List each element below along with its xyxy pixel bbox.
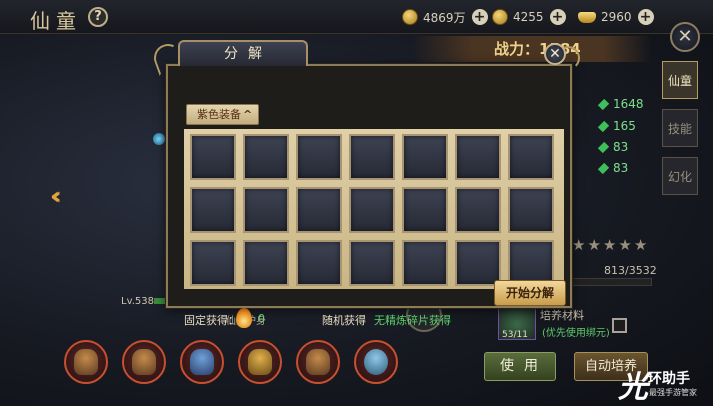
item-slot[interactable] — [402, 187, 448, 233]
exp-progress-text: 813/3532 — [604, 264, 657, 277]
quality-filter-dropdown[interactable]: 紫色装备 ^ — [186, 104, 259, 125]
fixed-reward-value: 0 — [258, 312, 265, 325]
reward-row: 固定获得： 0 随机获得 无精炼碎片获得 — [178, 304, 574, 332]
star-icon: ★ — [602, 236, 617, 254]
stat-value: 1648 — [613, 97, 644, 111]
logo-mark: 光 — [618, 370, 648, 405]
pet-list — [64, 340, 398, 384]
item-slot[interactable] — [243, 240, 289, 286]
green-diamond-icon — [597, 120, 610, 132]
star-rating: ★ ★ ★ ★ ★ — [572, 236, 647, 254]
green-diamond-icon — [597, 162, 610, 174]
currency-gold: 4869万 + — [402, 8, 488, 26]
star-icon: ★ — [618, 236, 632, 254]
pet-portrait-icon — [364, 349, 388, 375]
gold-coin-icon — [402, 9, 418, 25]
item-slot[interactable] — [243, 187, 289, 233]
item-slot[interactable] — [455, 240, 501, 286]
modal-titlebar: 分解 ✕ — [150, 40, 580, 76]
add-coin-button[interactable]: + — [549, 9, 566, 25]
tab-transform[interactable]: 幻化 — [662, 157, 698, 195]
pet-portrait-icon — [306, 349, 330, 375]
pet-portrait-icon — [190, 349, 214, 375]
tab-skills[interactable]: 技能 — [662, 109, 698, 147]
item-slot[interactable] — [296, 187, 342, 233]
stat-row: 83 — [597, 140, 629, 154]
stat-value: 83 — [613, 140, 629, 154]
add-gold-button[interactable]: + — [471, 9, 488, 25]
prev-arrow-icon[interactable]: ‹‹ — [50, 182, 61, 210]
logo-subtitle: 最强手游管家 — [649, 388, 697, 397]
pet-slot[interactable] — [180, 340, 224, 384]
filter-label: 紫色装备 — [197, 108, 241, 121]
item-grid — [184, 129, 564, 289]
help-button[interactable]: ? — [88, 7, 108, 27]
currency-ingot-value: 2960 — [601, 10, 632, 24]
item-slot[interactable] — [455, 187, 501, 233]
watermark-logo: 光 环助手 最强手游管家 — [618, 360, 710, 405]
item-slot[interactable] — [349, 240, 395, 286]
main-close-button[interactable]: ✕ — [670, 22, 700, 52]
pet-portrait-icon — [132, 349, 156, 375]
page-title: 仙童 — [30, 9, 82, 33]
top-bar: 仙童 ? 4869万 + 4255 + 2960 + — [0, 0, 713, 34]
add-ingot-button[interactable]: + — [637, 9, 654, 25]
start-decompose-button[interactable]: 开始分解 — [494, 280, 566, 306]
random-reward-label: 随机获得 — [322, 314, 366, 327]
item-slot[interactable] — [243, 134, 289, 180]
stat-value: 83 — [613, 161, 629, 175]
star-icon: ★ — [587, 236, 601, 254]
modal-body: 紫色装备 ^ 固定获得： 0 随机获得 无精炼碎片获得 — [166, 64, 572, 328]
item-slot[interactable] — [349, 134, 395, 180]
pet-portrait-icon — [248, 349, 272, 375]
slot-grid — [190, 134, 564, 286]
coin-icon — [492, 9, 508, 25]
item-slot[interactable] — [190, 240, 236, 286]
item-slot[interactable] — [190, 134, 236, 180]
random-reward-value: 无精炼碎片获得 — [374, 314, 451, 327]
currency-coin-value: 4255 — [513, 10, 544, 24]
decompose-modal: 紫色装备 ^ 固定获得： 0 随机获得 无精炼碎片获得 分解 ✕ 开始分解 — [150, 40, 580, 328]
currency-coin: 4255 + — [492, 8, 566, 26]
green-diamond-icon — [597, 98, 610, 110]
modal-title: 分解 — [178, 40, 308, 66]
logo-name: 环助手 — [648, 371, 690, 387]
tab-xiantong[interactable]: 仙童 — [662, 61, 698, 99]
item-slot[interactable] — [349, 187, 395, 233]
modal-close-button[interactable]: ✕ — [544, 43, 566, 65]
green-diamond-icon — [597, 141, 610, 153]
stat-value: 165 — [613, 119, 636, 133]
pet-slot[interactable] — [354, 340, 398, 384]
item-slot[interactable] — [402, 134, 448, 180]
item-slot[interactable] — [508, 134, 554, 180]
pet-slot[interactable] — [122, 340, 166, 384]
use-button[interactable]: 使用 — [484, 352, 556, 381]
item-slot[interactable] — [190, 187, 236, 233]
prefer-bound-checkbox[interactable] — [612, 318, 627, 333]
item-slot[interactable] — [455, 134, 501, 180]
currency-gold-value: 4869万 — [423, 10, 466, 25]
stat-row: 1648 — [597, 97, 644, 111]
pet-slot[interactable] — [238, 340, 282, 384]
item-slot[interactable] — [402, 240, 448, 286]
star-icon: ★ — [633, 236, 648, 254]
flame-essence-icon — [236, 308, 252, 328]
chevron-up-icon: ^ — [243, 108, 253, 121]
stat-row: 165 — [597, 119, 636, 133]
item-slot[interactable] — [296, 240, 342, 286]
pet-slot[interactable] — [64, 340, 108, 384]
side-tabs: 仙童 技能 幻化 — [662, 55, 702, 205]
pet-portrait-icon — [74, 349, 98, 375]
ingot-icon — [578, 11, 596, 23]
pet-slot[interactable] — [296, 340, 340, 384]
fixed-reward-label: 固定获得： — [184, 314, 239, 327]
item-slot[interactable] — [508, 187, 554, 233]
currency-ingot: 2960 + — [578, 8, 654, 26]
level-label: Lv.538 — [121, 296, 154, 307]
item-slot[interactable] — [296, 134, 342, 180]
stat-row: 83 — [597, 161, 629, 175]
